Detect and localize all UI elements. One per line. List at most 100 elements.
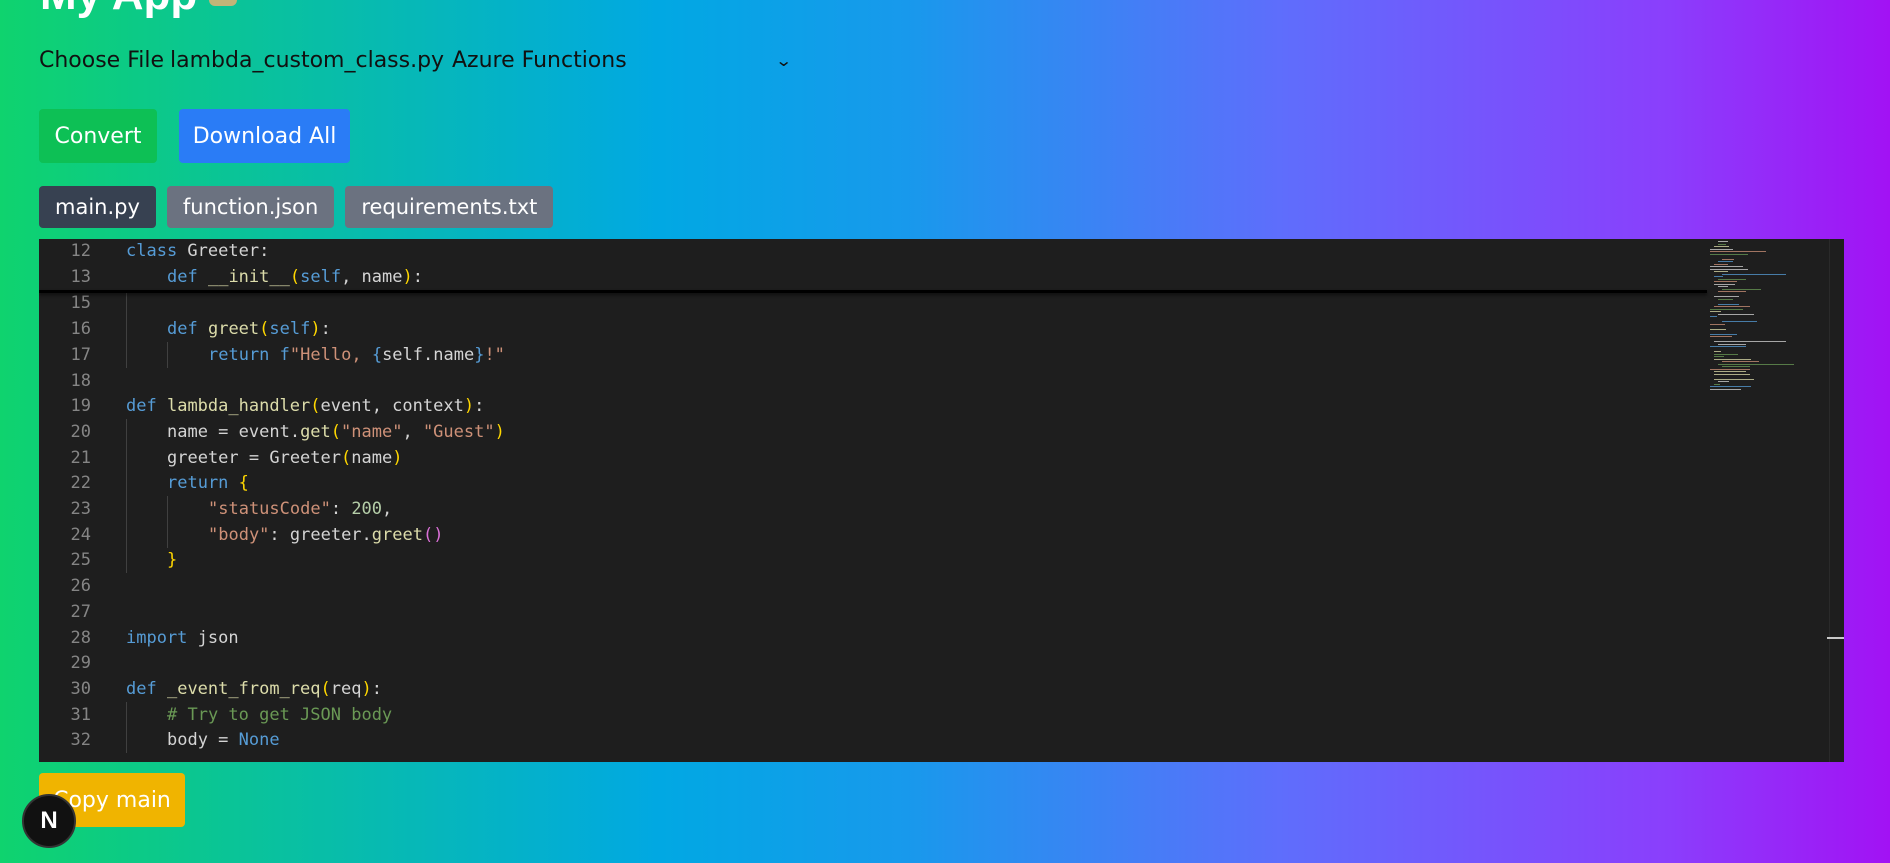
line-number: 21 [70,447,91,468]
minimap-line [1722,273,1786,275]
minimap-line [1714,356,1724,357]
sticky-scroll-divider [39,290,1707,293]
minimap-line [1714,271,1728,272]
code-editor[interactable]: 12 class Greeter: 13 def __init__(self, nam… [39,239,1844,762]
code-line: 15 [39,290,1699,317]
minimap-line [1714,383,1720,385]
code-token: ( [289,266,301,287]
file-tabs: main.py function.json requirements.txt [39,186,554,228]
code-token: : [474,396,485,417]
minimap-line [1718,313,1754,315]
editor-scrollbar[interactable] [1829,239,1844,762]
code-token: ) [392,447,403,468]
code-token: } [474,344,485,365]
choose-file-button[interactable]: Choose File [39,48,164,73]
indent-guide [167,521,168,548]
code-line: 17 return f"Hello, {self.name}!" [39,341,1699,368]
code-line: 12 class Greeter: [39,239,1699,264]
code-token: } [167,550,178,571]
rocket-icon [209,0,238,7]
minimap-line [1722,258,1734,260]
minimap-line [1722,288,1761,290]
code-token: name [351,447,393,468]
code-token: , [402,421,423,442]
code-line: 23 "statusCode": 200, [39,496,1699,522]
minimap-line [1714,296,1739,297]
code-token: req [330,678,362,699]
code-token: ( [310,396,321,417]
code-text: return { [167,470,249,496]
minimap-line [1718,343,1746,345]
code-text: def greet(self): [167,316,331,342]
line-number: 26 [70,576,91,597]
minimap-line [1714,246,1729,247]
code-token: ( [320,678,331,699]
code-text: def _event_from_req(req): [126,676,382,702]
minimap-line [1710,368,1750,370]
line-number: 12 [70,241,91,261]
file-input[interactable]: Choose File lambda_custom_class.py [39,48,444,73]
minimap-line [1718,261,1733,262]
code-token: Greeter: [177,241,270,261]
minimap-line [1722,366,1750,367]
minimap-line [1718,381,1729,382]
minimap-line [1714,373,1750,375]
indent-guide [126,727,127,754]
indent-guide [126,444,127,471]
indent-guide [126,316,127,343]
code-token: ) [310,319,321,340]
line-number: 30 [70,678,91,699]
tab-requirements-txt[interactable]: requirements.txt [345,186,554,228]
dev-tools-badge[interactable]: N [22,794,76,848]
download-all-button[interactable]: Download All [179,109,350,163]
code-token: ) [494,421,505,442]
code-text: } [167,547,177,573]
minimap-line [1710,323,1725,325]
code-token: body = [167,730,239,751]
code-token: "body" [208,524,270,545]
code-token: return [208,344,270,365]
code-token: ) [361,678,372,699]
editor-minimap[interactable] [1710,239,1820,762]
line-number: 16 [70,319,91,340]
line-number: 24 [70,524,91,545]
tab-function-json[interactable]: function.json [166,186,335,228]
indent-guide [167,496,168,522]
file-name: lambda_custom_class.py [170,48,445,73]
minimap-line [1710,346,1746,347]
code-token: ( [341,447,352,468]
line-number: 25 [70,550,91,571]
minimap-line [1714,378,1754,380]
minimap-line [1714,358,1751,360]
line-number: 27 [70,601,91,622]
target-platform-select[interactable]: Azure Functions ⌄ [452,48,793,73]
minimap-line [1718,363,1794,365]
minimap-line [1718,303,1739,305]
minimap-line [1714,276,1723,277]
minimap-line [1710,386,1751,387]
code-token: : [412,266,423,287]
code-token: __init__ [207,266,290,287]
convert-button[interactable]: Convert [39,109,157,163]
minimap-line [1710,248,1733,250]
code-token: ( [330,421,342,442]
code-token: def [167,319,198,340]
code-token: self [269,319,311,340]
code-line: 22 return { [39,470,1699,497]
code-token: class [126,241,178,261]
minimap-line [1718,286,1728,287]
chevron-down-icon: ⌄ [774,51,793,70]
page-title: My App [40,0,238,20]
code-line: 20 name = event.get("name", "Guest") [39,418,1699,445]
minimap-line [1714,353,1738,355]
indent-guide [126,290,127,317]
minimap-line [1710,251,1766,252]
code-token: def [126,678,157,699]
code-token: import [126,627,188,648]
code-token: lambda_handler [166,396,311,417]
tab-main-py[interactable]: main.py [39,186,156,228]
code-token: { [238,473,249,494]
minimap-line [1710,266,1743,267]
